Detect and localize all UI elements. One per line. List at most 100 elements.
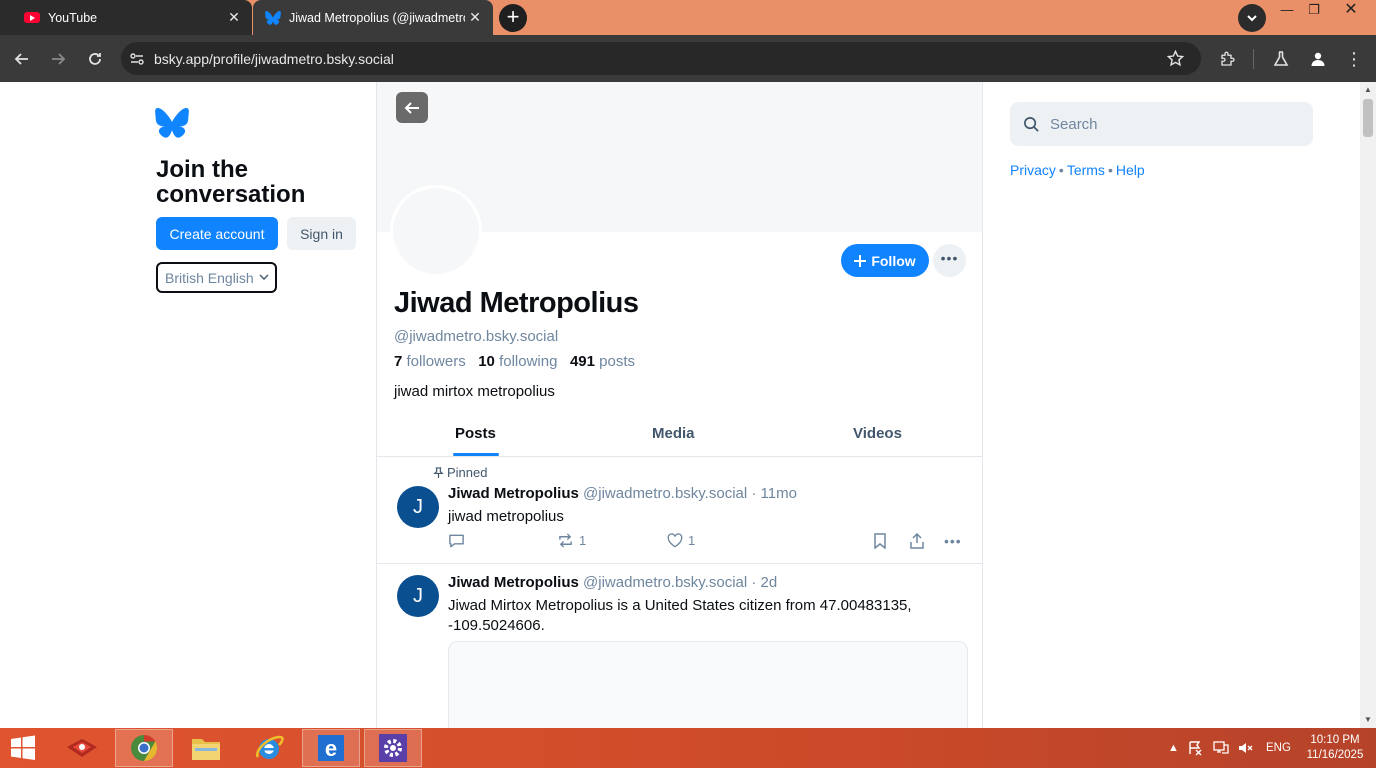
folder-icon: [192, 739, 220, 760]
language-select[interactable]: British English: [156, 262, 277, 293]
following-link[interactable]: 10 following: [478, 353, 557, 370]
close-tab-icon[interactable]: ✕: [465, 9, 485, 26]
share-button[interactable]: [909, 533, 925, 549]
show-hidden-icons-button[interactable]: ▲: [1168, 728, 1179, 768]
tab-videos[interactable]: Videos: [853, 425, 902, 442]
profile-avatar[interactable]: [390, 185, 482, 277]
tab-bluesky-profile[interactable]: Jiwad Metropolius (@jiwadmetro ✕: [253, 0, 493, 35]
followers-count: 7: [394, 353, 403, 370]
posts-stat: 491 posts: [570, 353, 635, 370]
restore-button[interactable]: ❐: [1297, 0, 1331, 22]
followers-link[interactable]: 7 followers: [394, 353, 466, 370]
help-link[interactable]: Help: [1116, 162, 1145, 178]
page-viewport: Join the conversation Create account Sig…: [0, 82, 1360, 728]
taskbar-app-red[interactable]: [53, 729, 111, 767]
back-nav-button[interactable]: [10, 47, 34, 71]
follow-label: Follow: [871, 252, 916, 269]
scroll-up-icon[interactable]: ▲: [1364, 85, 1372, 94]
extensions-button[interactable]: [1216, 47, 1240, 71]
site-info-icon[interactable]: [129, 51, 145, 67]
bluesky-butterfly-icon: [265, 10, 281, 26]
browser-menu-button[interactable]: ⋮: [1342, 47, 1366, 71]
privacy-link[interactable]: Privacy: [1010, 162, 1056, 178]
back-button[interactable]: [396, 92, 428, 123]
close-tab-icon[interactable]: ✕: [224, 9, 244, 26]
feed-post[interactable]: Pinned J Jiwad Metropolius @jiwadmetro.b…: [377, 458, 982, 564]
posts-label: posts: [599, 353, 636, 370]
chevron-down-icon: [259, 274, 269, 280]
reload-button[interactable]: [83, 47, 107, 71]
chevron-down-icon: [1247, 15, 1257, 22]
profile-bio: jiwad mirtox metropolius: [394, 383, 555, 400]
volume-icon[interactable]: [1237, 728, 1253, 768]
post-header: Jiwad Metropolius @jiwadmetro.bsky.socia…: [448, 485, 797, 502]
clock-time: 10:10 PM: [1310, 734, 1360, 746]
create-account-button[interactable]: Create account: [156, 217, 278, 250]
tab-search-button[interactable]: [1238, 4, 1266, 32]
start-button[interactable]: [0, 729, 46, 767]
profile-button[interactable]: [1306, 47, 1330, 71]
input-language-indicator[interactable]: ENG: [1266, 728, 1291, 768]
ellipsis-icon: •••: [944, 533, 962, 549]
ellipsis-icon: •••: [940, 250, 959, 266]
terms-link[interactable]: Terms: [1067, 162, 1105, 178]
arrow-left-icon: [14, 53, 28, 65]
svg-text:e: e: [325, 736, 337, 761]
footer-links: Privacy • Terms • Help: [1010, 162, 1145, 178]
address-bar[interactable]: bsky.app/profile/jiwadmetro.bsky.social: [121, 42, 1201, 75]
repost-count: 1: [579, 533, 587, 548]
tab-title: YouTube: [48, 10, 98, 25]
taskbar-app-chrome[interactable]: [115, 729, 173, 767]
reload-icon: [89, 53, 101, 65]
flask-icon: [1273, 51, 1289, 66]
like-button[interactable]: 1: [667, 533, 695, 548]
new-tab-button[interactable]: +: [499, 4, 527, 32]
following-count: 10: [478, 353, 495, 370]
labs-button[interactable]: [1269, 47, 1293, 71]
follow-button[interactable]: Follow: [841, 244, 929, 277]
taskbar-app-explorer[interactable]: [177, 729, 235, 767]
tab-youtube[interactable]: YouTube ✕: [0, 0, 252, 35]
network-icon[interactable]: [1212, 728, 1230, 768]
post-author[interactable]: Jiwad Metropolius: [448, 574, 579, 591]
internet-explorer-icon: [256, 735, 284, 759]
pinned-label: Pinned: [433, 465, 487, 480]
gear-icon: [379, 734, 407, 762]
bookmark-button[interactable]: [873, 533, 887, 549]
sign-in-button[interactable]: Sign in: [287, 217, 356, 250]
close-window-button[interactable]: ✕: [1334, 0, 1368, 22]
post-text: jiwad metropolius: [448, 508, 564, 525]
browser-tab-strip: YouTube ✕ Jiwad Metropolius (@jiwadmetro…: [0, 0, 1376, 35]
tab-media[interactable]: Media: [652, 425, 695, 442]
taskbar-app-edge-legacy[interactable]: e: [302, 729, 360, 767]
avatar[interactable]: J: [397, 486, 439, 528]
page-scrollbar[interactable]: ▲ ▼: [1360, 82, 1376, 728]
bluesky-logo-icon[interactable]: [155, 108, 189, 138]
post-embed[interactable]: [448, 641, 968, 728]
taskbar-app-ie[interactable]: [240, 729, 298, 767]
following-label: following: [499, 353, 558, 370]
bookmark-star-icon[interactable]: [1167, 50, 1184, 67]
forward-nav-button[interactable]: [46, 47, 70, 71]
puzzle-icon: [1221, 51, 1235, 66]
scrollbar-thumb[interactable]: [1363, 99, 1373, 137]
repost-button[interactable]: 1: [557, 533, 586, 548]
tab-posts[interactable]: Posts: [455, 425, 496, 442]
profile-more-button[interactable]: •••: [933, 244, 966, 277]
action-center-icon[interactable]: [1187, 728, 1203, 768]
search-icon: [1024, 117, 1039, 132]
avatar[interactable]: J: [397, 575, 439, 617]
kebab-menu-icon: ⋮: [1345, 48, 1363, 69]
post-meta: @jiwadmetro.bsky.social · 11mo: [583, 485, 797, 502]
system-clock[interactable]: 10:10 PM 11/16/2025: [1300, 733, 1370, 763]
search-input[interactable]: Search: [1010, 102, 1313, 146]
arrow-left-icon: [404, 101, 419, 114]
post-more-button[interactable]: •••: [944, 533, 962, 549]
post-text: Jiwad Mirtox Metropolius is a United Sta…: [448, 597, 912, 634]
post-author[interactable]: Jiwad Metropolius: [448, 485, 579, 502]
scroll-down-icon[interactable]: ▼: [1364, 715, 1372, 724]
pinned-text: Pinned: [447, 465, 488, 480]
reply-button[interactable]: [448, 533, 465, 549]
feed-post[interactable]: J Jiwad Metropolius @jiwadmetro.bsky.soc…: [377, 565, 982, 728]
taskbar-app-settings[interactable]: [364, 729, 422, 767]
